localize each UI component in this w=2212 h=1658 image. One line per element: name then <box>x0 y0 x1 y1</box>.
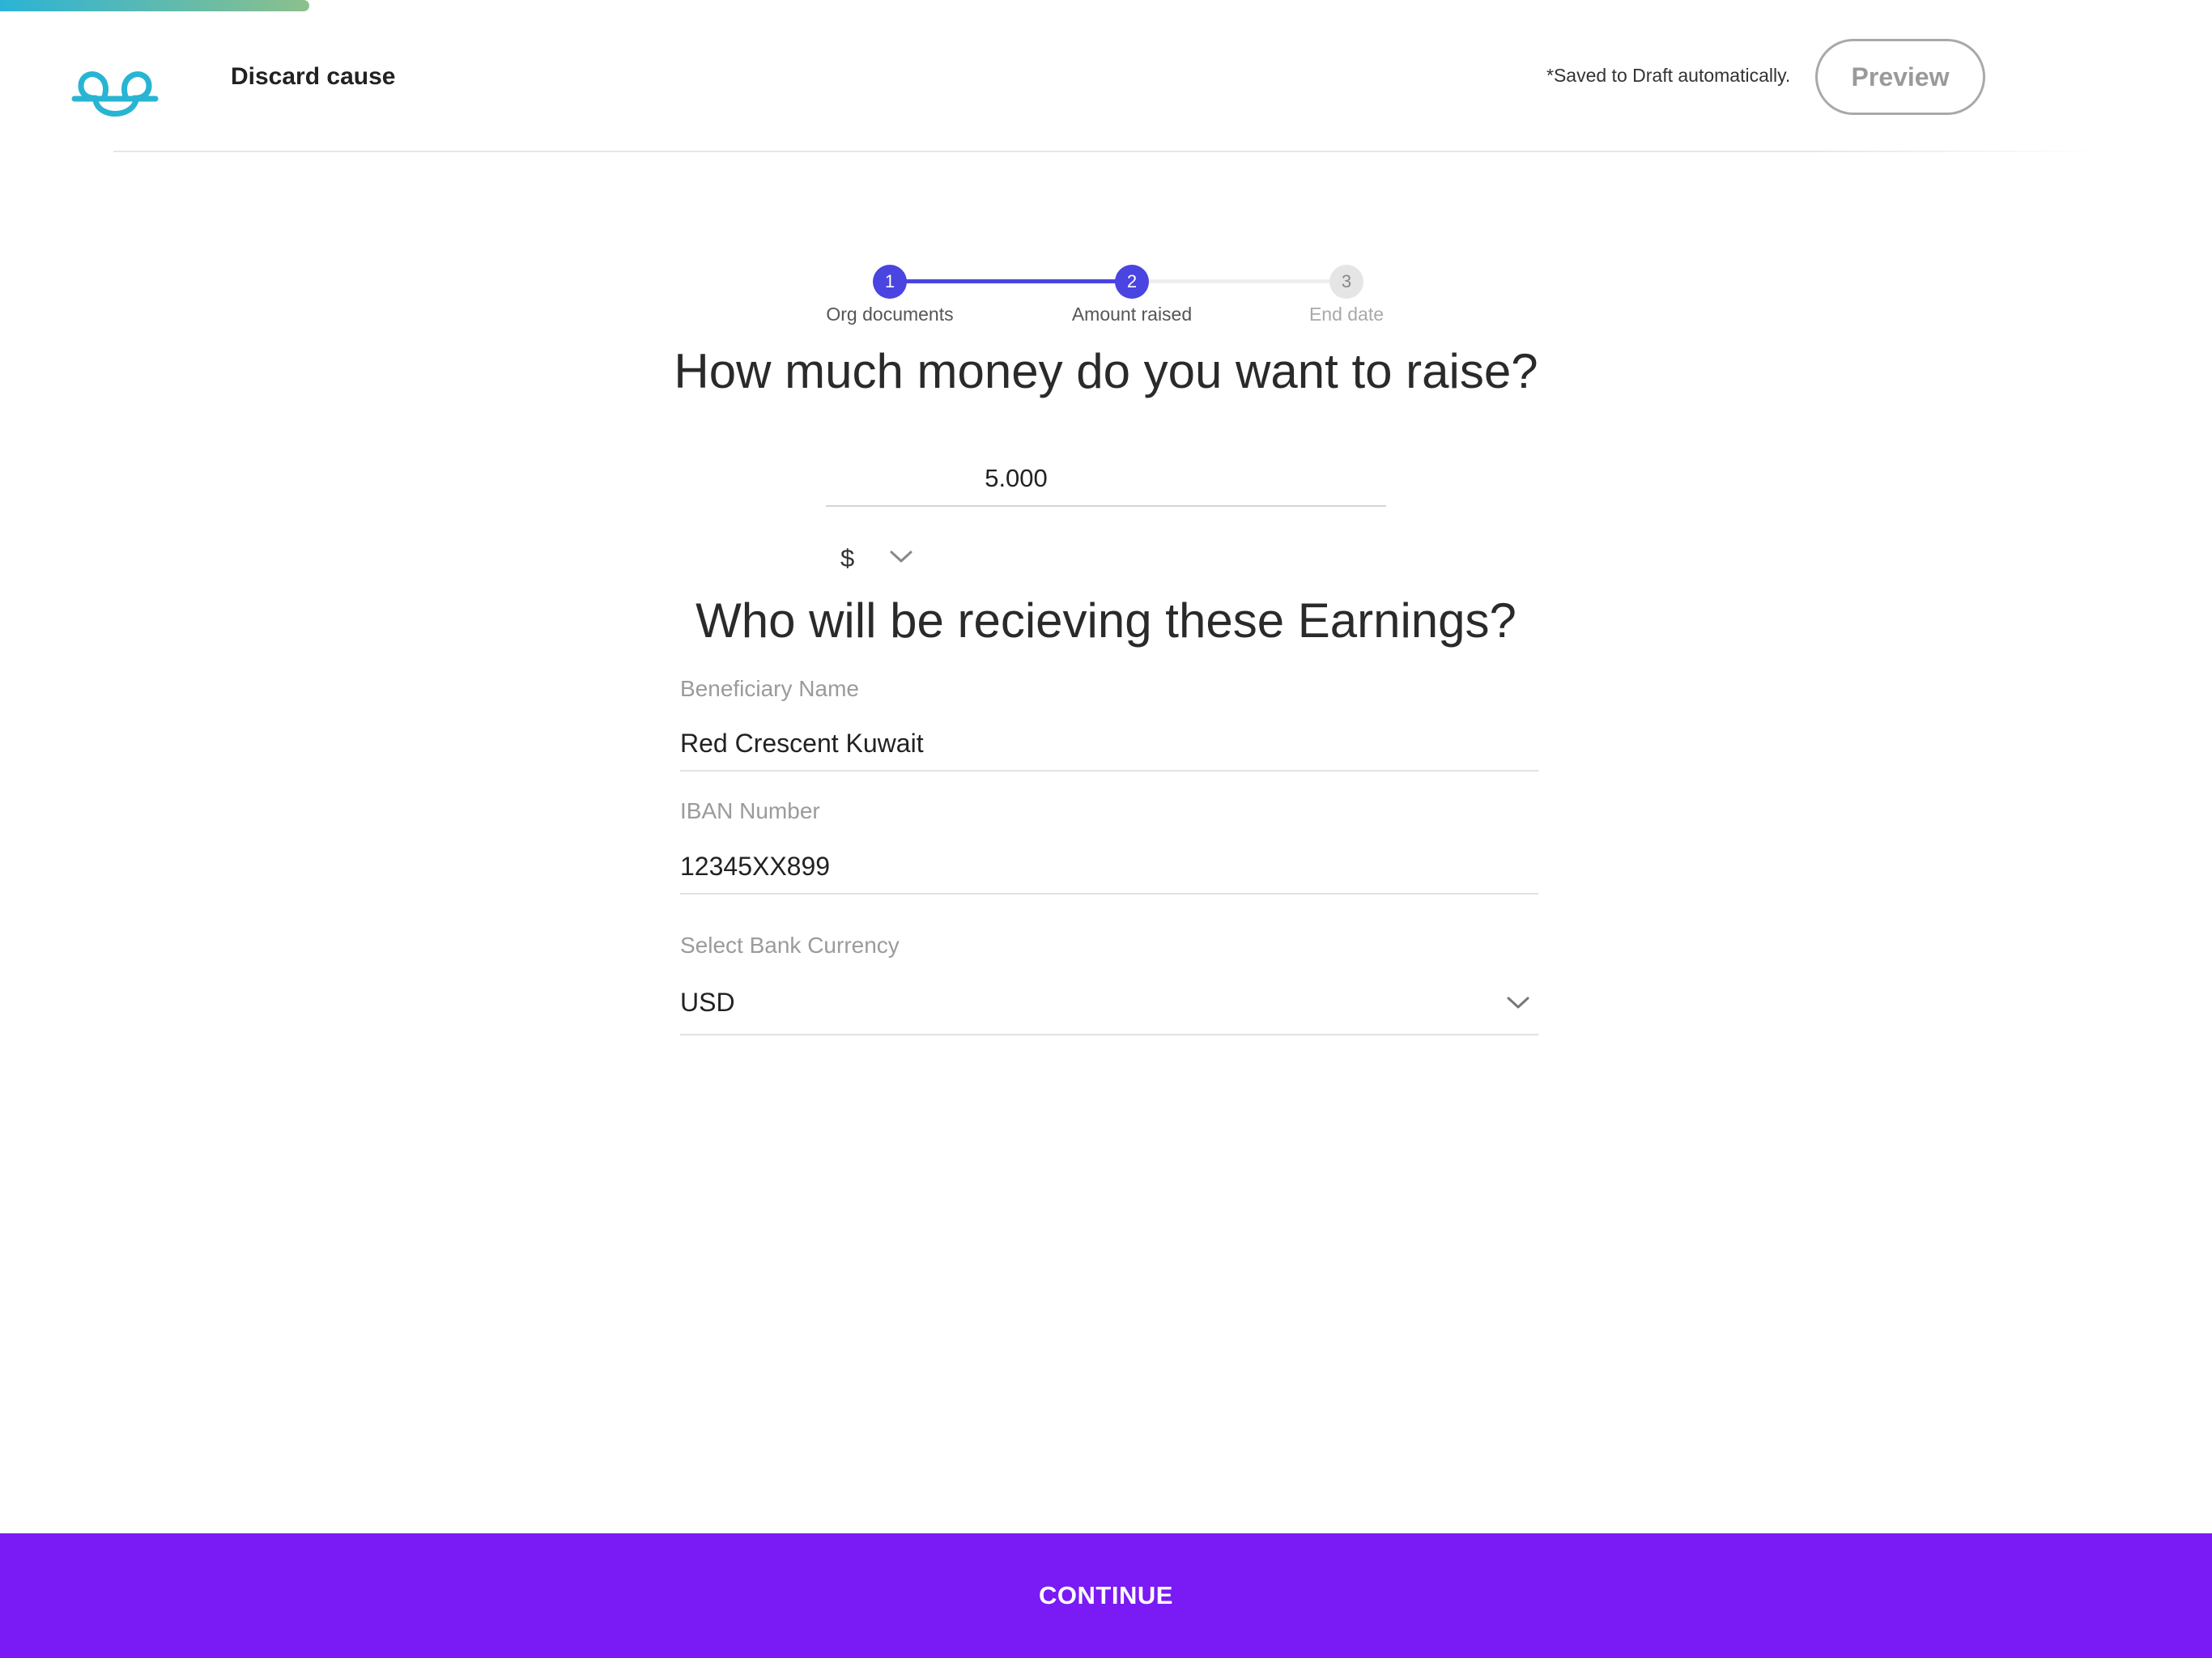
amount-question: How much money do you want to raise? <box>674 344 1538 398</box>
stepper-line-upcoming <box>1133 279 1346 283</box>
step-1-label: Org documents <box>826 304 954 325</box>
bank-currency-select[interactable]: USD <box>680 988 735 1018</box>
beneficiary-name-label: Beneficiary Name <box>680 676 859 701</box>
saved-draft-note: *Saved to Draft automatically. <box>1546 65 1791 86</box>
iban-label: IBAN Number <box>680 798 820 823</box>
step-3-circle[interactable]: 3 <box>1329 265 1363 299</box>
stepper-line-complete <box>890 279 1133 283</box>
amount-input[interactable]: 5.000 <box>826 464 1206 493</box>
step-2-label: Amount raised <box>1071 304 1193 325</box>
iban-underline <box>680 893 1538 895</box>
beneficiary-name-field[interactable]: Red Crescent Kuwait <box>680 729 924 759</box>
chevron-down-icon[interactable] <box>1506 995 1530 1011</box>
beneficiary-question: Who will be recieving these Earnings? <box>696 593 1516 648</box>
step-2-circle[interactable]: 2 <box>1115 265 1149 299</box>
preview-button[interactable]: Preview <box>1815 39 1985 115</box>
beneficiary-name-underline <box>680 770 1538 772</box>
chevron-down-icon[interactable] <box>889 549 913 565</box>
currency-selector[interactable]: $ <box>840 544 854 573</box>
header-divider <box>113 151 2105 152</box>
iban-field[interactable]: 12345XX899 <box>680 852 830 882</box>
top-progress-bar <box>0 0 309 11</box>
bank-currency-label: Select Bank Currency <box>680 933 900 958</box>
app-logo-icon <box>71 71 159 117</box>
continue-button[interactable]: CONTINUE <box>0 1533 2212 1658</box>
step-3-label: End date <box>1308 304 1385 325</box>
step-1-circle[interactable]: 1 <box>873 265 907 299</box>
bank-currency-underline <box>680 1034 1538 1035</box>
amount-input-underline <box>826 505 1386 507</box>
discard-cause-link[interactable]: Discard cause <box>231 63 395 91</box>
